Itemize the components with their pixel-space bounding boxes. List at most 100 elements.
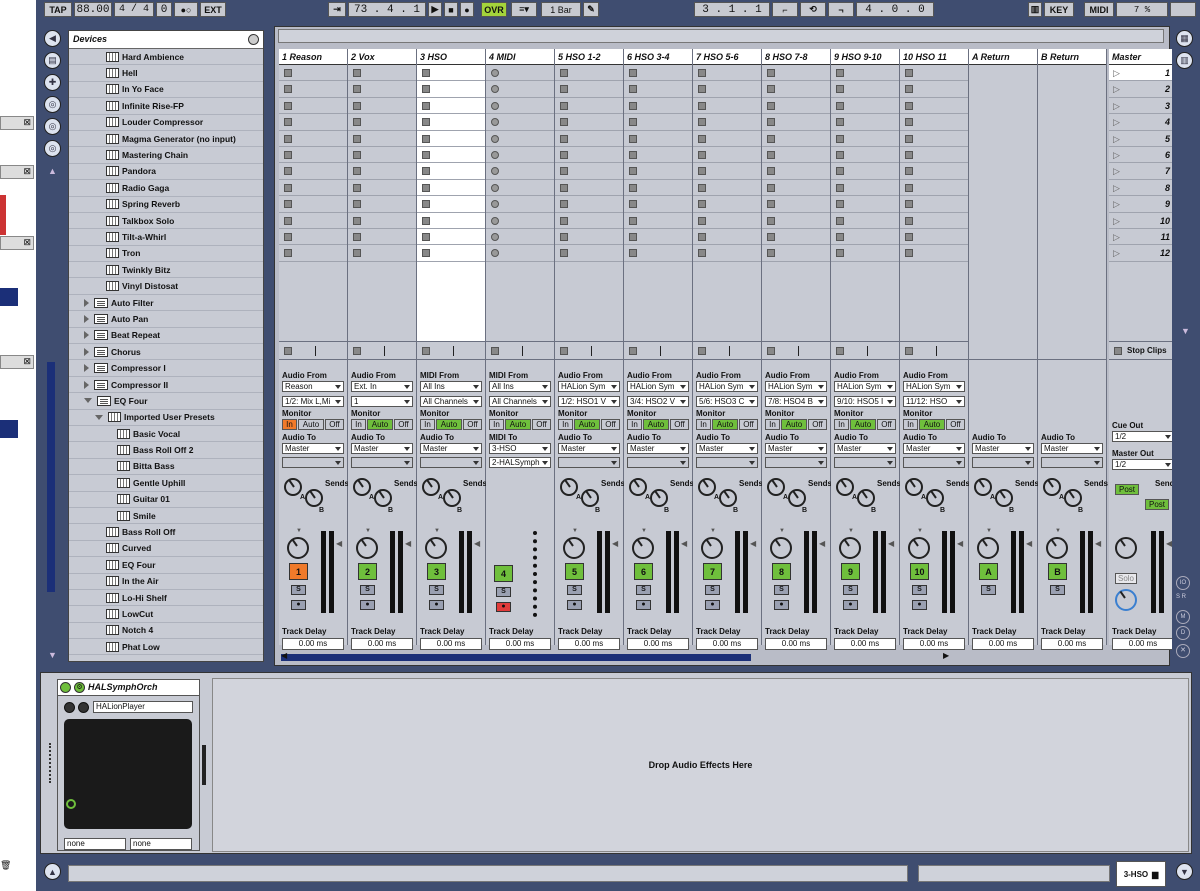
send-a-post-button[interactable]: Post bbox=[1115, 484, 1139, 495]
clip-slot[interactable] bbox=[279, 179, 347, 197]
clip-slot[interactable] bbox=[555, 65, 623, 82]
close-icon[interactable]: ✕ bbox=[1176, 644, 1190, 658]
clip-stop-button[interactable] bbox=[353, 200, 361, 209]
send-b-knob[interactable] bbox=[650, 489, 668, 507]
scene-launch-icon[interactable]: ▷ bbox=[1113, 232, 1120, 243]
input-type-select[interactable]: HALion Sym bbox=[765, 381, 827, 392]
clip-stop-button[interactable] bbox=[836, 101, 844, 110]
track-title[interactable]: 10 HSO 11 bbox=[900, 49, 968, 65]
send-b-knob[interactable] bbox=[926, 489, 944, 507]
volume-fader-handle[interactable]: ◀ bbox=[819, 539, 825, 548]
clip-stop-button[interactable] bbox=[353, 232, 361, 241]
clip-stop-button[interactable] bbox=[698, 101, 706, 110]
output-channel-select[interactable] bbox=[696, 457, 758, 468]
clip-stop-button[interactable] bbox=[629, 167, 637, 176]
output-channel-select[interactable]: 2-HALSymph bbox=[489, 457, 551, 468]
clip-stop-button[interactable] bbox=[836, 200, 844, 209]
clip-slot[interactable] bbox=[486, 163, 554, 180]
clip-stop-button[interactable] bbox=[836, 249, 844, 258]
keymap-icon[interactable]: ▥ bbox=[1028, 2, 1042, 17]
browser-item[interactable]: Hard Ambience bbox=[69, 49, 263, 66]
clip-slot[interactable] bbox=[555, 163, 623, 180]
clip-stop-button[interactable] bbox=[905, 134, 913, 143]
solo-button[interactable]: S bbox=[291, 585, 306, 595]
arm-button[interactable]: ● bbox=[567, 600, 582, 610]
clip-stop-button[interactable] bbox=[767, 101, 775, 110]
solo-button[interactable]: S bbox=[1050, 585, 1065, 595]
clip-slot[interactable] bbox=[555, 212, 623, 229]
pan-knob[interactable] bbox=[701, 537, 723, 559]
delay-toggle-icon[interactable]: D bbox=[1176, 626, 1190, 640]
output-type-select[interactable]: Master bbox=[696, 443, 758, 454]
monitor-off-button[interactable]: Off bbox=[877, 419, 896, 430]
input-type-select[interactable]: HALion Sym bbox=[627, 381, 689, 392]
browser-item[interactable]: Pandora bbox=[69, 164, 263, 181]
clip-slot[interactable] bbox=[762, 212, 830, 229]
volume-fader-handle[interactable]: ◀ bbox=[405, 539, 411, 548]
xy-pad-handle[interactable] bbox=[66, 799, 76, 809]
loop-length-field[interactable]: 4 . 0 . 0 bbox=[856, 2, 934, 17]
device-browser-icon[interactable]: ▤ bbox=[44, 52, 61, 69]
volume-fader-handle[interactable]: ◀ bbox=[336, 539, 342, 548]
browser-item[interactable]: Bass Roll Off bbox=[69, 524, 263, 541]
time-signature[interactable]: 4 / 4 bbox=[114, 2, 154, 17]
monitor-in-button[interactable]: In bbox=[627, 419, 642, 430]
clip-slot[interactable] bbox=[555, 228, 623, 246]
clip-slot[interactable] bbox=[693, 196, 761, 213]
clip-stop-button[interactable] bbox=[767, 183, 775, 192]
loop-start-field[interactable]: 3 . 1 . 1 bbox=[694, 2, 770, 17]
clip-stop-button[interactable] bbox=[905, 85, 913, 94]
output-channel-select[interactable] bbox=[351, 457, 413, 468]
arm-button[interactable]: ● bbox=[360, 600, 375, 610]
arrange-view-icon[interactable]: ▥ bbox=[1176, 52, 1193, 69]
xy-param-2-select[interactable]: none bbox=[130, 838, 192, 850]
clip-slot[interactable] bbox=[555, 179, 623, 197]
clip-stop-button[interactable] bbox=[491, 118, 499, 127]
clip-stop-button[interactable] bbox=[767, 69, 775, 77]
clip-stop-button[interactable] bbox=[422, 134, 430, 143]
metronome-button[interactable]: ●○ bbox=[174, 2, 198, 17]
clip-slot[interactable] bbox=[486, 65, 554, 82]
trash-icon[interactable]: 🗑 bbox=[0, 860, 18, 872]
clip-slot[interactable] bbox=[417, 196, 485, 213]
clip-stop-button[interactable] bbox=[353, 167, 361, 176]
scene-slot[interactable]: ▷ 12 bbox=[1109, 245, 1176, 262]
stop-button[interactable]: ■ bbox=[444, 2, 458, 17]
track-activator-button[interactable]: 10 bbox=[910, 563, 929, 580]
browser-item[interactable]: In Yo Face bbox=[69, 82, 263, 99]
track-stop-button[interactable] bbox=[629, 346, 637, 355]
monitor-in-button[interactable]: In bbox=[834, 419, 849, 430]
track-activator-button[interactable]: 6 bbox=[634, 563, 653, 580]
clip-slot[interactable] bbox=[624, 228, 692, 246]
track-activator-button[interactable]: 9 bbox=[841, 563, 860, 580]
input-channel-select[interactable]: 9/10: HSO5 I bbox=[834, 396, 896, 407]
horizontal-scrollbar[interactable] bbox=[281, 654, 751, 661]
clip-stop-button[interactable] bbox=[767, 167, 775, 176]
pan-knob[interactable] bbox=[287, 537, 309, 559]
input-channel-select[interactable]: All Channels bbox=[489, 396, 551, 407]
clip-stop-button[interactable] bbox=[560, 232, 568, 241]
browser-item[interactable]: Radio Gaga bbox=[69, 180, 263, 197]
clip-slot[interactable] bbox=[624, 65, 692, 82]
browser-item[interactable]: LowCut bbox=[69, 606, 263, 623]
input-channel-select[interactable]: All Channels bbox=[420, 396, 482, 407]
send-b-post-button[interactable]: Post bbox=[1145, 499, 1169, 510]
browser-item[interactable]: Notch 4 bbox=[69, 623, 263, 640]
clip-slot[interactable] bbox=[693, 97, 761, 115]
monitor-auto-button[interactable]: Auto bbox=[298, 419, 324, 430]
clip-slot[interactable] bbox=[555, 146, 623, 164]
quantize-select[interactable]: 1 Bar bbox=[541, 2, 581, 17]
tempo-field[interactable]: 88.00 bbox=[74, 2, 112, 17]
clip-slot[interactable] bbox=[831, 212, 899, 229]
clip-stop-button[interactable] bbox=[698, 216, 706, 225]
mini-window-titlebar[interactable]: ⊠ bbox=[0, 236, 34, 250]
clip-stop-button[interactable] bbox=[905, 69, 913, 77]
clip-slot[interactable] bbox=[900, 81, 968, 98]
volume-fader-handle[interactable]: ◀ bbox=[474, 539, 480, 548]
clip-slot[interactable] bbox=[555, 130, 623, 147]
play-button[interactable]: ▶ bbox=[428, 2, 442, 17]
close-icon[interactable]: ⊠ bbox=[23, 117, 31, 128]
pan-knob[interactable] bbox=[770, 537, 792, 559]
browser-item[interactable]: Compressor I bbox=[69, 360, 263, 377]
clip-stop-button[interactable] bbox=[629, 200, 637, 209]
